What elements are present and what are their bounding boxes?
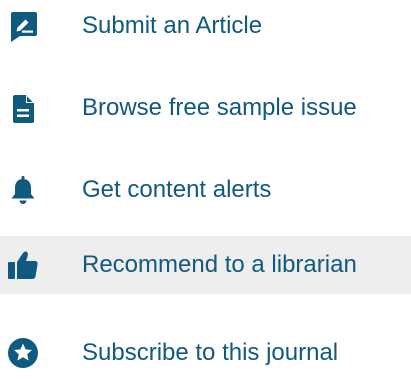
menu-item-label: Get content alerts [82,176,272,203]
document-icon [6,91,40,125]
menu-item-content-alerts[interactable]: Get content alerts [0,164,411,216]
bell-icon [6,173,40,207]
star-badge-icon [6,336,40,370]
journal-actions-menu: Submit an Article Browse free sample iss… [0,0,411,378]
thumbs-up-icon [6,248,40,282]
menu-item-browse-sample-issue[interactable]: Browse free sample issue [0,82,411,134]
menu-item-label: Browse free sample issue [82,94,357,121]
menu-item-submit-article[interactable]: Submit an Article [0,0,411,52]
menu-item-label: Submit an Article [82,12,263,39]
menu-item-label: Subscribe to this journal [82,339,339,366]
menu-item-label: Recommend to a librarian [82,251,357,278]
menu-item-recommend-librarian[interactable]: Recommend to a librarian [0,236,411,294]
menu-item-subscribe-journal[interactable]: Subscribe to this journal [0,327,411,379]
edit-pen-icon [6,9,40,43]
